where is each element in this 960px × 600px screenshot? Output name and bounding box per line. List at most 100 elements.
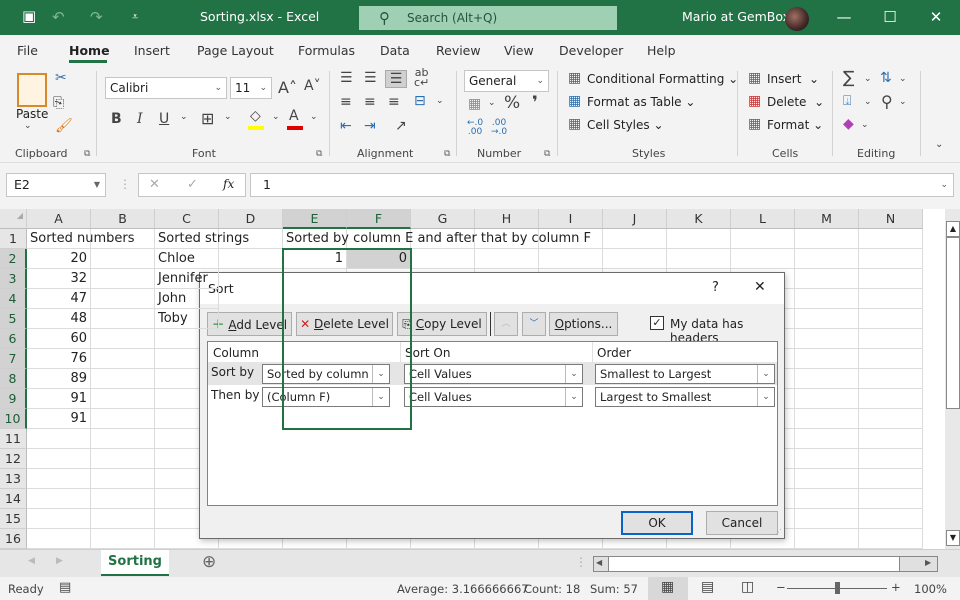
align-bottom-icon[interactable]: ☰	[385, 70, 407, 88]
copy-level-button[interactable]: ⎘ Copy Level	[397, 312, 487, 336]
cell-e2[interactable]: 1	[283, 249, 347, 269]
accounting-format-icon[interactable]: ▦	[468, 96, 481, 112]
cell-b10[interactable]	[91, 409, 155, 429]
font-color-icon[interactable]: A	[289, 108, 299, 124]
expand-formula-icon[interactable]: ⌄	[940, 174, 948, 196]
cell-m6[interactable]	[795, 329, 859, 349]
comma-style-button[interactable]: ❜	[532, 93, 538, 113]
cell-b5[interactable]	[91, 309, 155, 329]
move-down-button[interactable]: ﹀	[522, 312, 546, 336]
cell-b4[interactable]	[91, 289, 155, 309]
cell-b6[interactable]	[91, 329, 155, 349]
sort-level-row[interactable]: Then by (Column F) ⌄ Cell Values ⌄ Largest…	[208, 385, 777, 408]
horizontal-scroll-thumb[interactable]	[608, 556, 900, 572]
tab-page-layout[interactable]: Page Layout	[197, 43, 274, 58]
row-header-10[interactable]: 10	[0, 409, 27, 429]
sort-order-select[interactable]: Largest to Smallest ⌄	[595, 387, 775, 407]
row-header-15[interactable]: 15	[0, 509, 27, 529]
help-icon[interactable]: ?	[712, 280, 719, 295]
search-box[interactable]: ⚲ Search (Alt+Q)	[359, 6, 617, 30]
status-sum[interactable]: Sum: 57	[590, 582, 638, 596]
format-cells-button[interactable]: Format ⌄	[767, 118, 823, 132]
row-header-2[interactable]: 2	[0, 249, 27, 269]
tab-home[interactable]: Home	[69, 43, 110, 58]
sort-column-select[interactable]: Sorted by column E a ⌄	[262, 364, 390, 384]
cell-a14[interactable]	[27, 489, 91, 509]
increase-font-icon[interactable]: A˄	[278, 78, 297, 97]
clipboard-launcher-icon[interactable]: ⧉	[84, 149, 90, 159]
column-header-j[interactable]: J	[603, 209, 667, 229]
tab-review[interactable]: Review	[436, 43, 481, 58]
font-family-select[interactable]: Calibri ⌄	[105, 77, 227, 99]
font-color-dropdown-icon[interactable]: ⌄	[310, 112, 318, 122]
cell-f2[interactable]: 0	[347, 249, 411, 269]
format-as-table-button[interactable]: Format as Table ⌄	[587, 95, 695, 109]
cell-j1[interactable]	[603, 229, 667, 249]
align-top-icon[interactable]: ☰	[340, 70, 353, 86]
resize-grip-icon[interactable]: ⋰	[775, 528, 782, 536]
cell-a3[interactable]: 32	[27, 269, 91, 289]
merge-center-icon[interactable]: ⊟	[414, 93, 426, 109]
save-icon[interactable]: ▣	[22, 7, 36, 25]
cell-j2[interactable]	[603, 249, 667, 269]
increase-indent-icon[interactable]: ⇥	[364, 118, 376, 134]
increase-decimal-icon[interactable]: ←.0.00	[467, 119, 483, 137]
cell-b7[interactable]	[91, 349, 155, 369]
cell-m15[interactable]	[795, 509, 859, 529]
cell-m16[interactable]	[795, 529, 859, 549]
format-painter-icon[interactable]: 🖌	[55, 118, 73, 134]
name-box[interactable]: E2 ▼	[6, 173, 106, 197]
cell-m2[interactable]	[795, 249, 859, 269]
borders-dropdown-icon[interactable]: ⌄	[224, 112, 232, 122]
scroll-right-icon[interactable]: ▶	[925, 558, 931, 567]
wrap-text-icon[interactable]: ab c↵	[414, 67, 429, 88]
decrease-decimal-icon[interactable]: .00 →.0	[491, 119, 507, 137]
cell-a7[interactable]: 76	[27, 349, 91, 369]
cell-b15[interactable]	[91, 509, 155, 529]
row-header-14[interactable]: 14	[0, 489, 27, 509]
cell-k2[interactable]	[667, 249, 731, 269]
cell-n6[interactable]	[859, 329, 923, 349]
cell-n15[interactable]	[859, 509, 923, 529]
cell-c1[interactable]: Sorted strings	[155, 229, 249, 249]
column-header-e[interactable]: E	[283, 209, 347, 229]
collapse-ribbon-icon[interactable]: ⌄	[935, 139, 943, 150]
column-header-a[interactable]: A	[27, 209, 91, 229]
cell-m3[interactable]	[795, 269, 859, 289]
column-header-f[interactable]: F	[347, 209, 411, 229]
minimize-icon[interactable]: —	[824, 5, 864, 29]
cell-a5[interactable]: 48	[27, 309, 91, 329]
column-header-b[interactable]: B	[91, 209, 155, 229]
cell-n14[interactable]	[859, 489, 923, 509]
cell-a10[interactable]: 91	[27, 409, 91, 429]
fill-dropdown-icon[interactable]: ⌄	[864, 97, 872, 107]
align-middle-icon[interactable]: ☰	[364, 70, 377, 86]
fill-icon[interactable]: ⍗	[843, 93, 851, 109]
cell-n11[interactable]	[859, 429, 923, 449]
cell-a15[interactable]	[27, 509, 91, 529]
cell-b14[interactable]	[91, 489, 155, 509]
sort-filter-dropdown-icon[interactable]: ⌄	[899, 74, 907, 84]
delete-level-button[interactable]: ✕ Delete Level	[296, 312, 393, 336]
cell-b12[interactable]	[91, 449, 155, 469]
vertical-scroll-thumb[interactable]	[946, 237, 960, 409]
maximize-icon[interactable]: ☐	[870, 5, 910, 29]
alignment-launcher-icon[interactable]: ⧉	[444, 149, 450, 159]
cell-k1[interactable]	[667, 229, 731, 249]
cell-a4[interactable]: 47	[27, 289, 91, 309]
cell-b16[interactable]	[91, 529, 155, 549]
cell-m12[interactable]	[795, 449, 859, 469]
cell-c4[interactable]: John	[155, 289, 219, 309]
cell-n3[interactable]	[859, 269, 923, 289]
cell-m7[interactable]	[795, 349, 859, 369]
zoom-out-button[interactable]: −	[776, 580, 786, 594]
undo-icon[interactable]: ↶	[52, 8, 65, 26]
cell-l2[interactable]	[731, 249, 795, 269]
customize-qat-icon[interactable]: ⩡	[132, 10, 138, 24]
cell-a9[interactable]: 91	[27, 389, 91, 409]
autosum-dropdown-icon[interactable]: ⌄	[864, 74, 872, 84]
tab-insert[interactable]: Insert	[134, 43, 170, 58]
page-break-view-icon[interactable]: ◫	[741, 579, 754, 595]
tab-developer[interactable]: Developer	[559, 43, 623, 58]
cell-b9[interactable]	[91, 389, 155, 409]
